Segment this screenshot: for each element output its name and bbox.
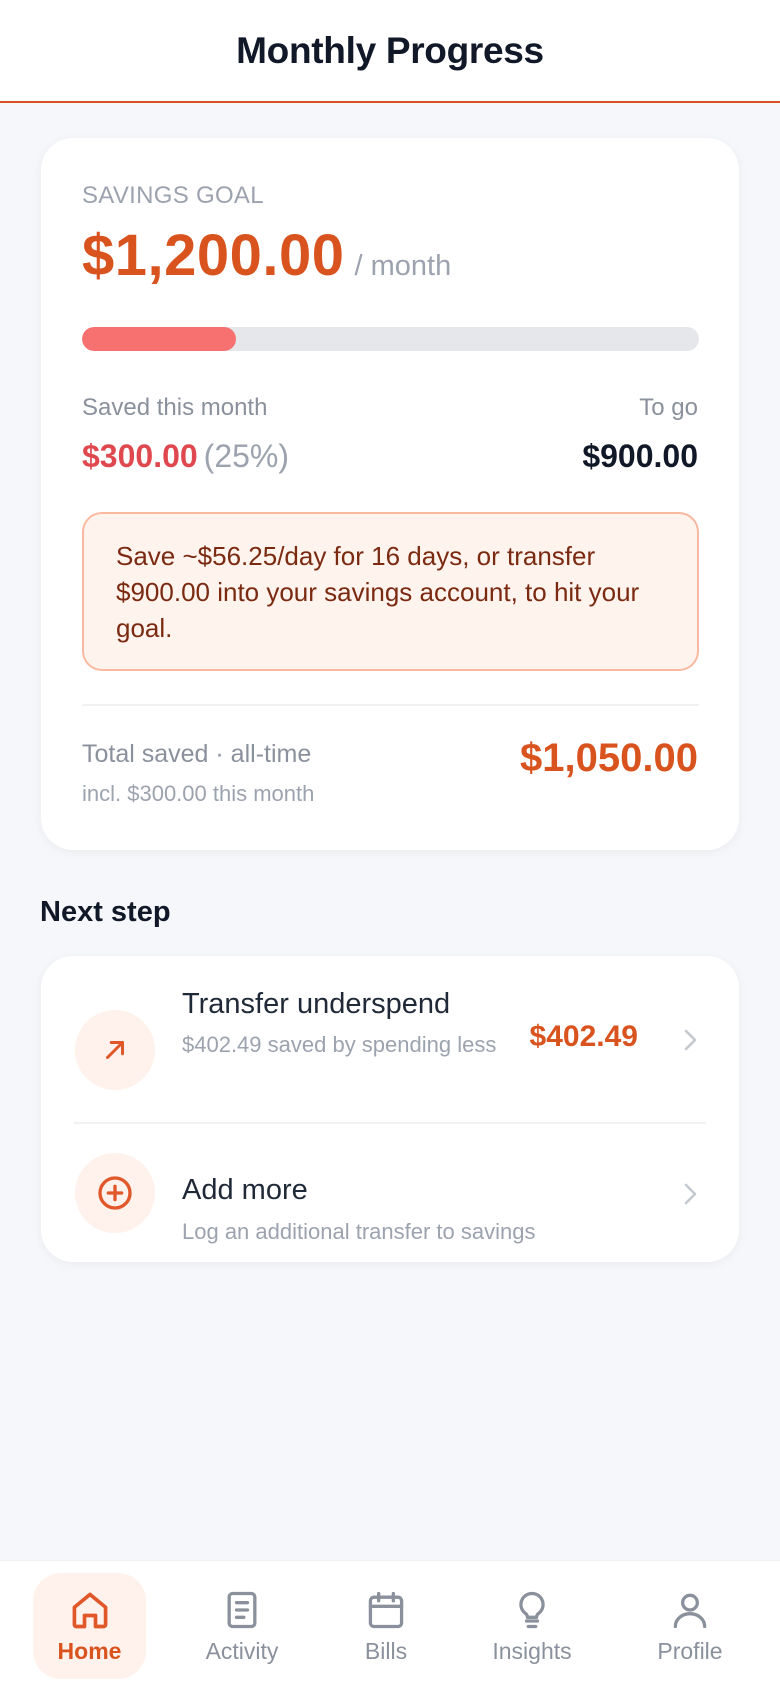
nav-item-profile[interactable]: Profile xyxy=(628,1573,752,1679)
person-icon xyxy=(673,1593,707,1628)
step-subtitle: Log an additional transfer to savings xyxy=(182,1219,536,1244)
calendar-icon xyxy=(368,1591,404,1628)
total-saved-amount: $1,050.00 xyxy=(520,736,698,780)
divider xyxy=(82,704,699,706)
transfer-underspend-row[interactable]: Transfer underspend $402.49 saved by spe… xyxy=(41,956,739,1124)
to-go-amount: $900.00 xyxy=(582,438,698,474)
nav-label: Bills xyxy=(364,1637,408,1664)
goal-amount-row: $1,200.00 / month xyxy=(82,222,451,289)
savings-goal-card: SAVINGS GOAL $1,200.00 / month Saved thi… xyxy=(41,138,739,850)
goal-progress-fill xyxy=(82,327,237,351)
nav-label: Home xyxy=(57,1637,122,1664)
arrow-up-right-icon xyxy=(75,1010,155,1090)
lightbulb-icon xyxy=(519,1591,545,1628)
nav-item-insights[interactable]: Insights xyxy=(470,1573,594,1679)
document-icon xyxy=(227,1591,257,1628)
nav-label: Profile xyxy=(657,1637,723,1664)
header: Monthly Progress xyxy=(0,0,780,103)
step-subtitle: $402.49 saved by spending less xyxy=(182,1032,497,1057)
goal-label: SAVINGS GOAL xyxy=(82,182,264,209)
step-title: Add more xyxy=(182,1174,308,1206)
add-more-row[interactable]: Add more Log an additional transfer to s… xyxy=(41,1124,739,1262)
bottom-nav: Home Activity Bills Insights Profile xyxy=(0,1560,780,1688)
saved-percent: (25%) xyxy=(203,438,290,474)
step-amount: $402.49 xyxy=(529,1020,638,1053)
saved-this-month-label: Saved this month xyxy=(82,394,268,421)
nav-item-activity[interactable]: Activity xyxy=(182,1573,302,1679)
nav-label: Activity xyxy=(205,1637,279,1664)
total-saved-label: Total saved · all-time xyxy=(82,740,312,768)
savings-tip-text: Save ~$56.25/day for 16 days, or transfe… xyxy=(116,541,640,643)
saved-this-month-row: $300.00 (25%) xyxy=(82,438,289,475)
to-go-label: To go xyxy=(639,394,698,421)
nav-item-home[interactable]: Home xyxy=(33,1573,146,1679)
total-saved-subtitle: incl. $300.00 this month xyxy=(82,781,315,806)
saved-amount: $300.00 xyxy=(82,438,198,474)
goal-amount: $1,200.00 xyxy=(82,223,345,288)
goal-period: / month xyxy=(354,250,452,282)
savings-tip-box: Save ~$56.25/day for 16 days, or transfe… xyxy=(82,512,699,671)
app-screen: Monthly Progress SAVINGS GOAL $1,200.00 … xyxy=(0,0,780,1688)
next-step-heading: Next step xyxy=(40,896,171,928)
goal-progress-bar xyxy=(82,327,699,351)
step-title: Transfer underspend xyxy=(182,988,451,1020)
chevron-right-icon xyxy=(684,1029,697,1051)
next-step-card: Transfer underspend $402.49 saved by spe… xyxy=(41,956,739,1262)
page-title: Monthly Progress xyxy=(236,29,544,71)
nav-label: Insights xyxy=(492,1637,572,1664)
chevron-right-icon xyxy=(684,1183,697,1205)
nav-item-bills[interactable]: Bills xyxy=(330,1573,442,1679)
plus-circle-icon xyxy=(75,1153,155,1233)
home-icon xyxy=(72,1592,107,1628)
